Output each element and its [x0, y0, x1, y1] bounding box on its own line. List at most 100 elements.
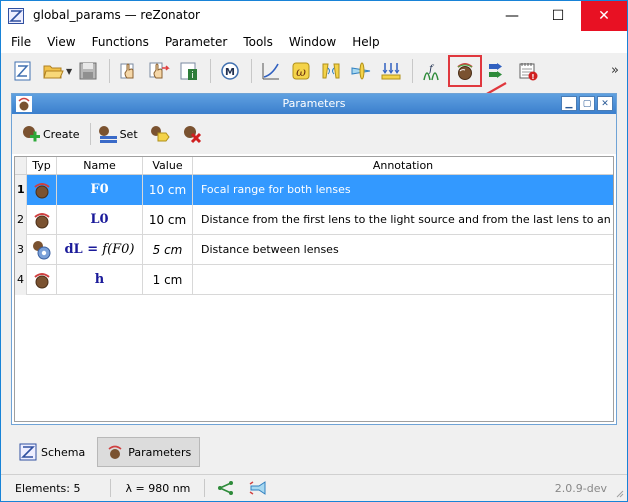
create-parameter-button[interactable]: Create	[20, 123, 80, 145]
caustic-button[interactable]	[317, 57, 345, 85]
matrix-button[interactable]: M	[216, 57, 244, 85]
row-name: F0	[57, 174, 143, 205]
parameter-pot-icon	[108, 445, 122, 459]
delete-parameter-button[interactable]	[181, 123, 204, 145]
svg-text:!: !	[532, 73, 535, 81]
toolbar-overflow-button[interactable]: »	[611, 63, 619, 78]
hand-tool-button[interactable]	[115, 57, 143, 85]
header-value[interactable]: Value	[143, 157, 193, 174]
maximize-button[interactable]: ☐	[535, 1, 581, 31]
parameters-toolbar: Create Set	[12, 114, 616, 154]
row-name: dL = f(F0)	[57, 234, 143, 265]
row-type-cell	[27, 174, 57, 205]
save-button[interactable]	[74, 57, 102, 85]
header-annotation[interactable]: Annotation	[193, 157, 613, 174]
caustic-icon	[322, 63, 340, 79]
stability-button[interactable]	[377, 57, 405, 85]
row-value: 10 cm	[143, 204, 193, 235]
wavelength[interactable]: λ = 980 nm	[111, 482, 190, 495]
window-tabs: Schema Parameters	[11, 435, 204, 469]
annotate-parameter-button[interactable]	[148, 123, 171, 145]
function-plot-button[interactable]: f	[418, 57, 446, 85]
stability-arrows-icon	[381, 63, 401, 80]
version-label: 2.0.9-dev	[554, 481, 607, 495]
hand-icon	[120, 63, 134, 79]
create-plus-icon	[23, 126, 40, 142]
frequency-button[interactable]: ω	[287, 57, 315, 85]
svg-text:M: M	[225, 67, 235, 78]
export-arrows-icon	[489, 63, 503, 78]
row-number: 3	[15, 234, 27, 265]
tab-schema[interactable]: Schema	[11, 437, 93, 467]
menu-bar: File View Functions Parameter Tools Wind…	[1, 31, 627, 53]
parameters-window: Parameters ▁ ▢ ✕ Create Set Typ Name Val…	[11, 93, 617, 425]
menu-functions[interactable]: Functions	[84, 31, 157, 53]
svg-text:i: i	[191, 71, 194, 81]
header-name[interactable]: Name	[57, 157, 143, 174]
subwindow-minimize-button[interactable]: ▁	[561, 96, 577, 111]
parameter-pot-icon	[33, 182, 50, 198]
toolbar-separator	[89, 123, 91, 145]
folder-open-icon	[43, 65, 64, 79]
parameters-table: Typ Name Value Annotation 1 F0 10 cm Foc…	[14, 156, 614, 422]
beam-lens-icon	[351, 62, 371, 80]
row-annotation: Focal range for both lenses	[193, 174, 613, 205]
schema-icon	[19, 443, 37, 461]
toolbar-separator	[251, 59, 253, 83]
toolbar-separator	[109, 59, 111, 83]
minimize-button[interactable]: —	[489, 1, 535, 31]
beam-shape-button[interactable]	[347, 57, 375, 85]
hand-arrow-button[interactable]	[145, 57, 173, 85]
close-button[interactable]: ✕	[581, 1, 627, 31]
share-nodes-icon[interactable]	[217, 480, 235, 496]
main-window: global_params — reZonator — ☐ ✕ File Vie…	[0, 0, 628, 502]
trumpet-beam-icon[interactable]	[249, 480, 267, 496]
resize-grip-icon[interactable]	[614, 488, 624, 498]
row-annotation: Distance from the first lens to the ligh…	[201, 212, 613, 226]
row-value: 5 cm	[143, 234, 193, 265]
menu-parameter[interactable]: Parameter	[157, 31, 235, 53]
menu-view[interactable]: View	[39, 31, 83, 53]
table-row[interactable]: 1 F0 10 cm Focal range for both lenses	[15, 174, 613, 205]
title-bar[interactable]: global_params — reZonator — ☐ ✕	[1, 1, 627, 31]
elements-count: Elements: 5	[15, 481, 81, 495]
beam-plot-button[interactable]	[257, 57, 285, 85]
menu-tools[interactable]: Tools	[235, 31, 281, 53]
subwindow-restore-button[interactable]: ▢	[579, 96, 595, 111]
set-value-icon	[98, 126, 117, 143]
table-header: Typ Name Value Annotation	[15, 157, 613, 175]
row-value: 1 cm	[143, 264, 193, 295]
row-annotation	[193, 265, 613, 295]
open-button[interactable]	[39, 57, 67, 85]
menu-window[interactable]: Window	[281, 31, 344, 53]
table-row[interactable]: 3 dL = f(F0) 5 cm Distance between lense…	[15, 234, 613, 265]
set-parameter-button[interactable]: Set	[97, 123, 138, 145]
function-plot-icon: f	[423, 64, 439, 81]
subwindow-close-button[interactable]: ✕	[597, 96, 613, 111]
header-typ[interactable]: Typ	[27, 157, 57, 174]
new-schema-icon	[14, 61, 31, 81]
row-annotation: Distance between lenses	[201, 242, 339, 256]
tag-icon	[150, 126, 170, 142]
header-row-number	[15, 157, 27, 174]
svg-text:ω: ω	[296, 65, 306, 79]
tab-parameters[interactable]: Parameters	[97, 437, 201, 467]
plot-curve-icon	[262, 63, 280, 80]
delete-x-icon	[183, 126, 201, 144]
row-name: L0	[57, 204, 143, 235]
menu-help[interactable]: Help	[344, 31, 387, 53]
hand-arrow-icon	[149, 62, 170, 79]
status-bar: Elements: 5 λ = 980 nm 2.0.9-dev	[1, 474, 627, 501]
new-schema-button[interactable]	[9, 57, 37, 85]
info-icon: i	[180, 62, 198, 81]
window-title: global_params — reZonator	[33, 8, 200, 22]
row-value: 10 cm	[143, 174, 193, 205]
info-button[interactable]: i	[175, 57, 203, 85]
parameters-window-title-bar[interactable]: Parameters ▁ ▢ ✕	[12, 94, 616, 114]
menu-file[interactable]: File	[1, 31, 39, 53]
calendar-button[interactable]: !	[514, 57, 542, 85]
table-row[interactable]: 2 L0 10 cm Distance from the first lens …	[15, 204, 613, 235]
table-row[interactable]: 4 h 1 cm	[15, 264, 613, 295]
row-name: h	[57, 264, 143, 295]
row-type-cell	[27, 264, 57, 295]
